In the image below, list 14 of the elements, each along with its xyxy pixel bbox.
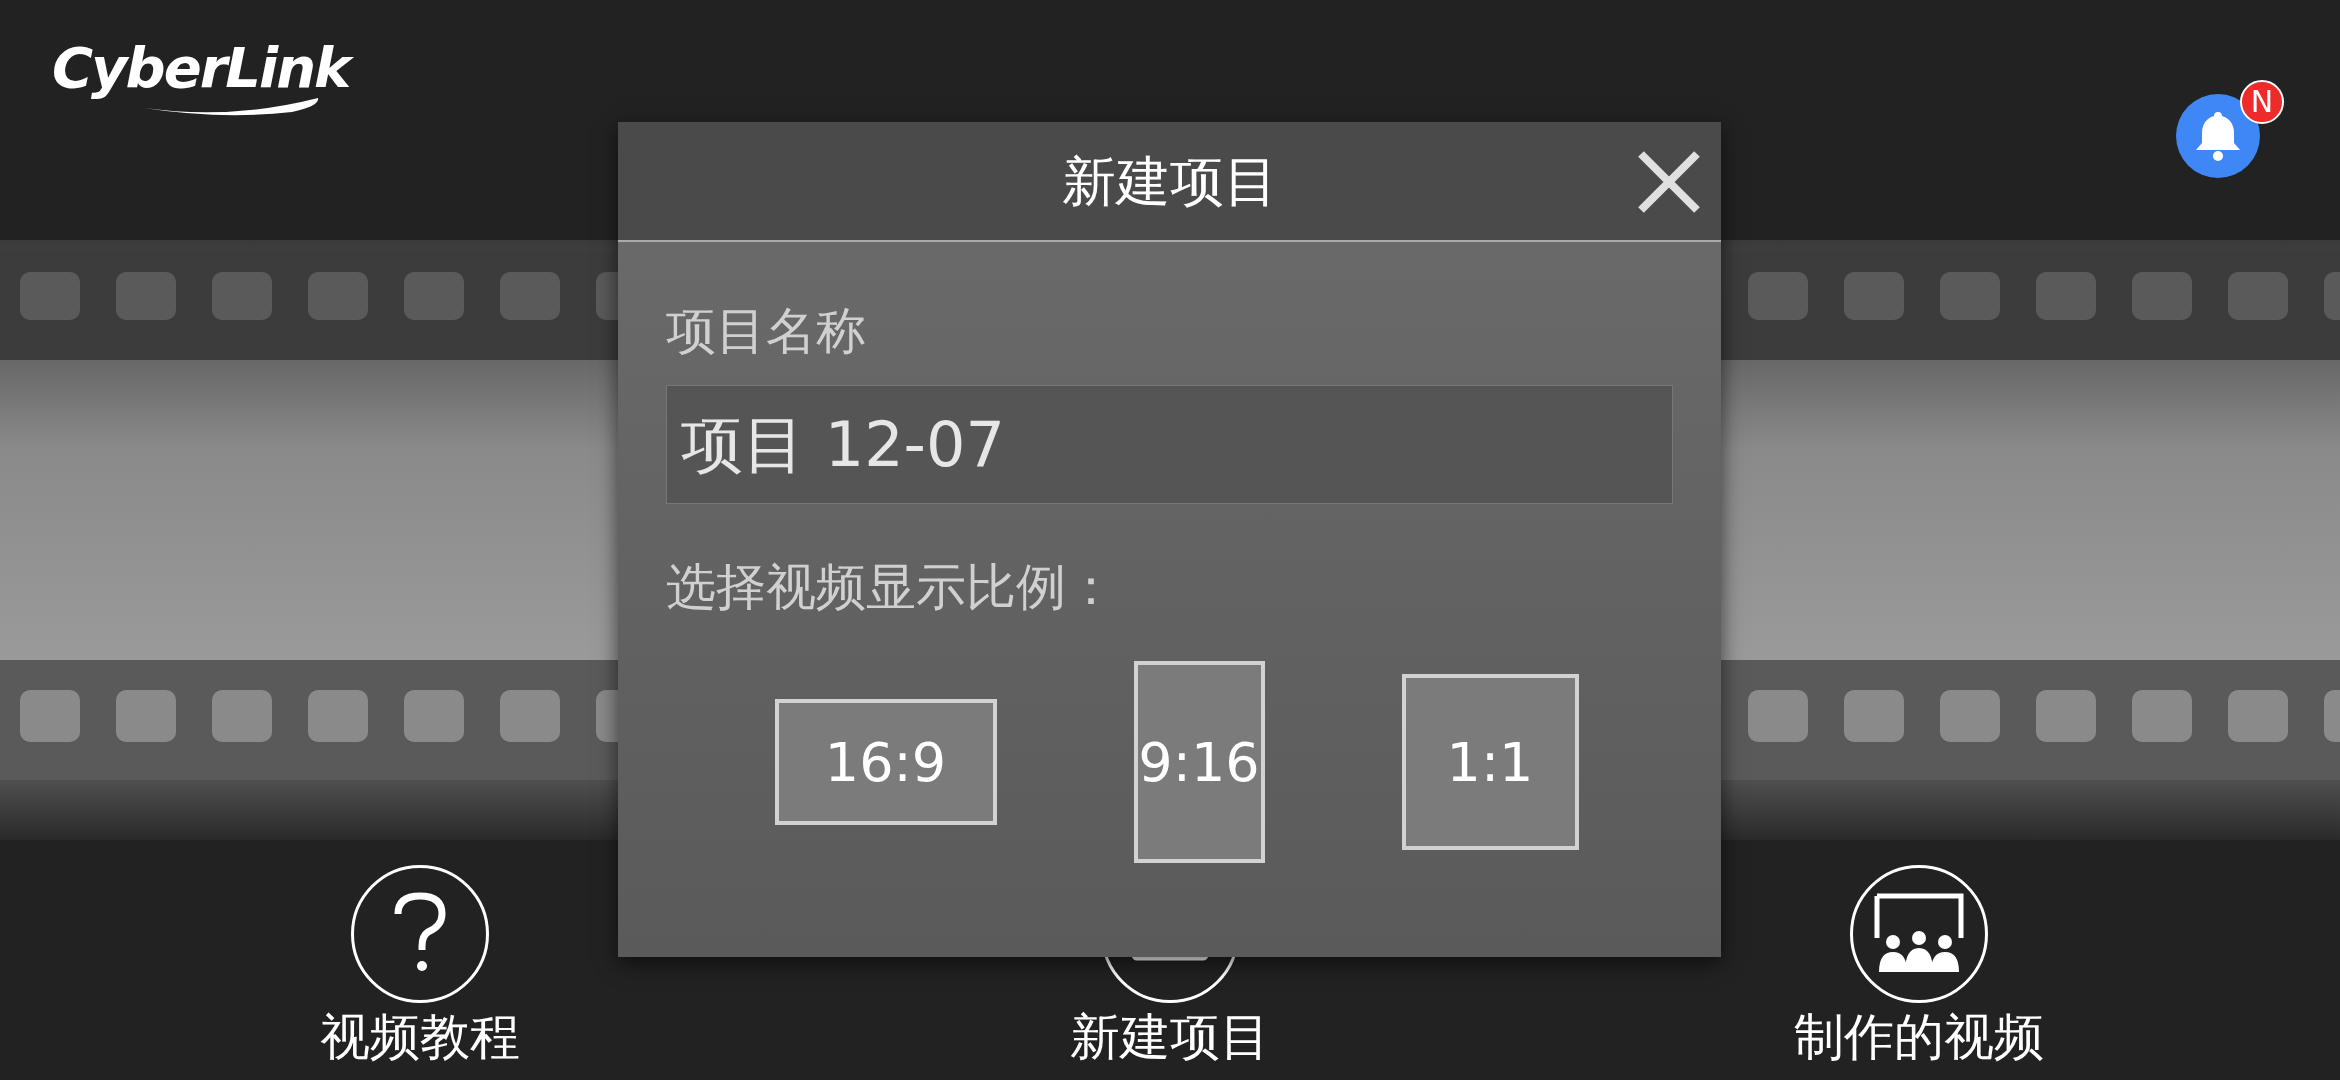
- nav-label[interactable]: 制作的视频: [1793, 1007, 2044, 1067]
- aspect-ratio-button[interactable]: 1:1: [1401, 674, 1579, 850]
- nav-button[interactable]: [1849, 865, 1988, 1003]
- nav-button[interactable]: [350, 865, 489, 1003]
- aspect-ratio-button[interactable]: 16:9: [774, 699, 997, 825]
- project-name-field[interactable]: 项目 12-07: [666, 385, 1673, 504]
- ratio-label: 选择视频显示比例：: [666, 557, 1116, 618]
- notification-badge: N: [2240, 80, 2284, 124]
- field-label: 项目名称: [666, 301, 866, 362]
- dialog-title: 新建项目: [1061, 148, 1278, 215]
- bell-icon: [2193, 109, 2243, 163]
- nav-label[interactable]: 视频教程: [319, 1007, 520, 1067]
- aspect-ratio-button[interactable]: 9:16: [1133, 661, 1265, 863]
- nav-label[interactable]: 新建项目: [1069, 1007, 1270, 1067]
